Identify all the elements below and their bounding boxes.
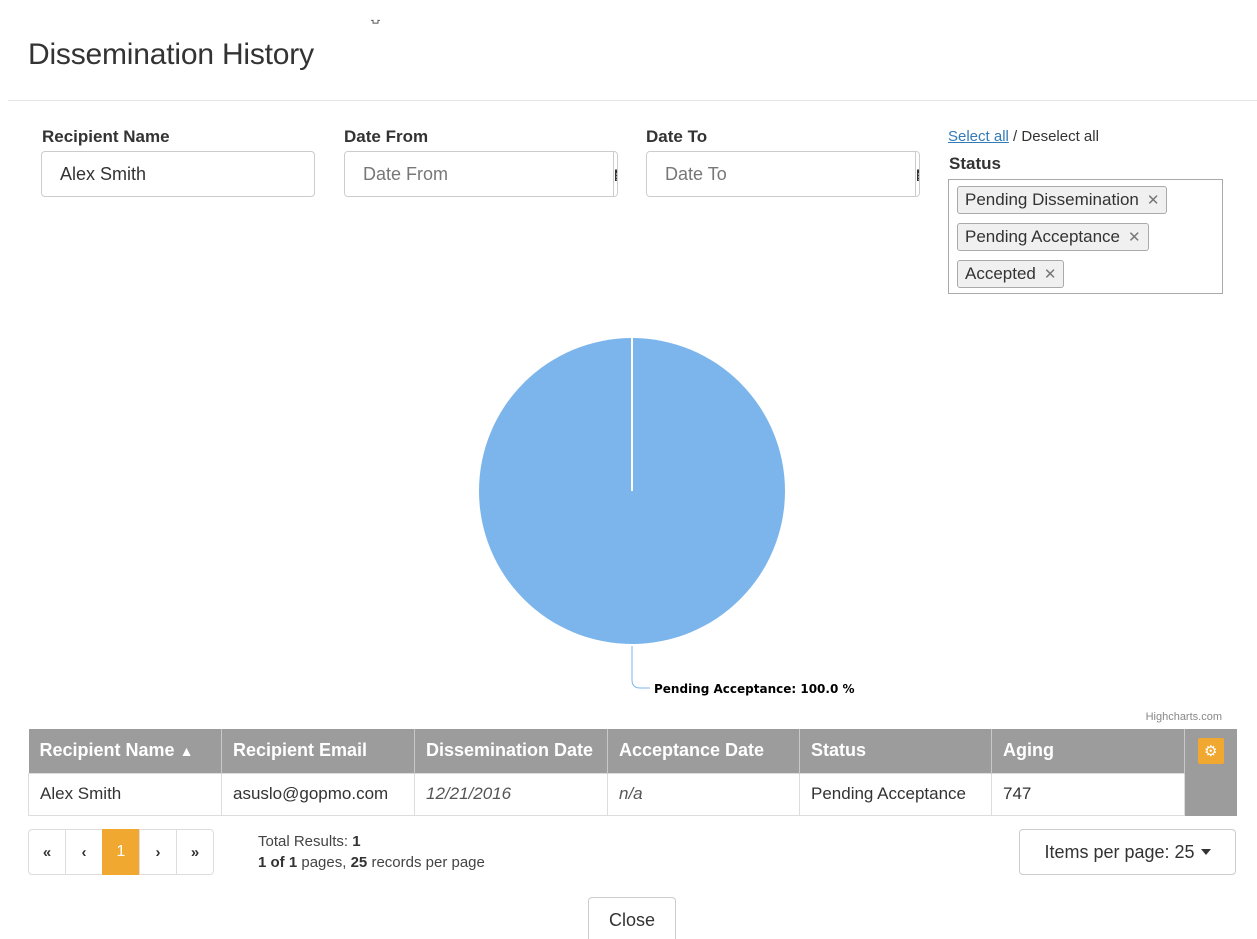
column-header-recipient-email[interactable]: Recipient Email — [221, 729, 415, 773]
column-header-recipient-name[interactable]: Recipient Name ▲ — [28, 729, 222, 773]
recipient-name-label: Recipient Name — [42, 127, 170, 146]
remove-tag-icon[interactable]: ✕ — [1044, 265, 1057, 283]
items-per-page-dropdown[interactable]: Items per page: 25 — [1019, 829, 1236, 875]
remove-tag-icon[interactable]: ✕ — [1128, 228, 1141, 246]
date-to-label: Date To — [646, 127, 708, 146]
column-settings-cell: ⚙ — [1184, 729, 1237, 773]
pagination: « ‹ 1 › » — [28, 829, 214, 875]
deselect-all-link[interactable]: Deselect all — [1021, 128, 1099, 145]
column-header-dissemination-date[interactable]: Dissemination Date — [414, 729, 608, 773]
gear-icon[interactable]: ⚙ — [1197, 737, 1224, 764]
last-page-button[interactable]: » — [176, 829, 214, 875]
status-multiselect[interactable]: Pending Dissemination ✕ Pending Acceptan… — [948, 179, 1223, 294]
first-page-button[interactable]: « — [28, 829, 66, 875]
select-all-link[interactable]: Select all — [948, 128, 1009, 145]
status-tag: Pending Dissemination ✕ — [957, 186, 1168, 214]
column-header-status[interactable]: Status — [799, 729, 992, 773]
column-header-aging[interactable]: Aging — [991, 729, 1185, 773]
cell-acceptance-date: n/a — [607, 772, 800, 816]
cell-status: Pending Acceptance — [799, 772, 992, 816]
pages-summary: 1 of 1 pages, 25 records per page — [258, 854, 485, 871]
date-from-input[interactable] — [345, 152, 613, 196]
calendar-icon — [917, 169, 919, 181]
status-pie-chart: Pending Acceptance: 100.0 % Highcharts.c… — [479, 338, 1222, 723]
mouse-cursor-icon: ⍽ — [371, 10, 381, 24]
select-links: Select all / Deselect all — [948, 128, 1099, 145]
total-results: Total Results: 1 — [258, 833, 361, 850]
select-separator: / — [1013, 128, 1018, 145]
chevron-down-icon — [1200, 849, 1211, 855]
date-to-input[interactable] — [647, 152, 915, 196]
date-from-group — [344, 151, 618, 197]
recipient-name-input[interactable]: Alex Smith — [41, 151, 315, 197]
cell-recipient-name: Alex Smith — [28, 772, 222, 816]
date-from-label: Date From — [344, 127, 429, 146]
pie-data-label: Pending Acceptance: 100.0 % — [654, 682, 855, 696]
status-tag: Pending Acceptance ✕ — [957, 223, 1149, 251]
column-header-acceptance-date[interactable]: Acceptance Date — [607, 729, 800, 773]
dissemination-table: Recipient Name ▲ Recipient Email Dissemi… — [28, 729, 1237, 816]
date-to-group — [646, 151, 920, 197]
date-to-calendar-button[interactable] — [915, 152, 919, 196]
table-row[interactable]: Alex Smith asuslo@gopmo.com 12/21/2016 n… — [28, 772, 1237, 816]
cell-aging: 747 — [991, 772, 1185, 816]
status-tag-label: Pending Dissemination — [965, 190, 1139, 209]
status-tag-label: Accepted — [965, 264, 1036, 283]
pagination-info: Total Results: 1 1 of 1 pages, 25 record… — [258, 831, 485, 873]
table-header-row: Recipient Name ▲ Recipient Email Dissemi… — [28, 729, 1237, 773]
status-tag: Accepted ✕ — [957, 260, 1065, 288]
sort-ascending-icon: ▲ — [179, 743, 194, 760]
status-tag-label: Pending Acceptance — [965, 227, 1121, 246]
cell-dissemination-date: 12/21/2016 — [414, 772, 608, 816]
highcharts-credits[interactable]: Highcharts.com — [1146, 711, 1222, 723]
prev-page-button[interactable]: ‹ — [65, 829, 103, 875]
date-from-calendar-button[interactable] — [613, 152, 617, 196]
items-per-page-label: Items per page: 25 — [1044, 841, 1195, 862]
data-label-connector — [631, 646, 650, 689]
pie-slices — [479, 338, 785, 644]
cell-actions — [1184, 772, 1237, 816]
remove-tag-icon[interactable]: ✕ — [1147, 191, 1160, 209]
status-label: Status — [949, 154, 1001, 173]
title-divider — [8, 100, 1257, 101]
cell-recipient-email: asuslo@gopmo.com — [221, 772, 415, 816]
next-page-button[interactable]: › — [139, 829, 177, 875]
page-title: Dissemination History — [28, 38, 314, 71]
calendar-icon — [615, 169, 617, 181]
close-button[interactable]: Close — [588, 897, 676, 939]
page-button-current[interactable]: 1 — [102, 829, 140, 875]
